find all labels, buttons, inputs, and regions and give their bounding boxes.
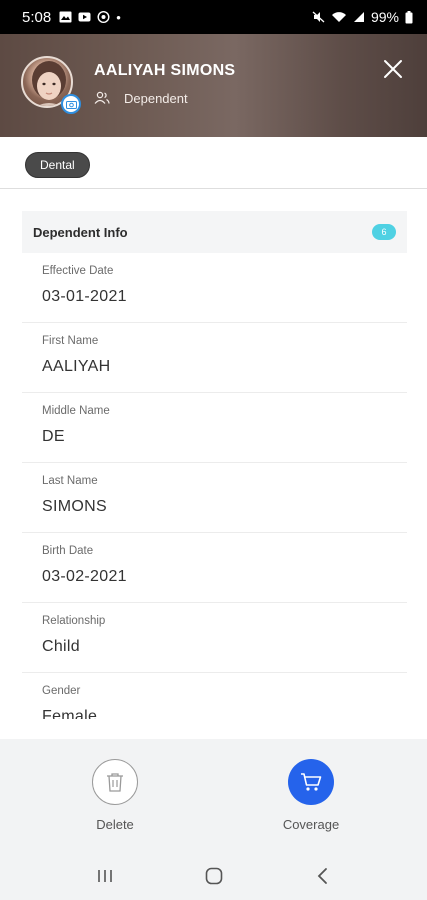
trash-icon <box>107 773 123 792</box>
recent-apps-button[interactable] <box>85 861 125 891</box>
app-notification-icon <box>97 11 110 23</box>
image-notification-icon <box>59 11 72 23</box>
close-icon <box>384 60 402 78</box>
status-bar: 5:08 • 99% <box>0 0 427 34</box>
back-button[interactable] <box>303 861 343 891</box>
field-value: 03-02-2021 <box>42 568 127 585</box>
home-icon <box>205 867 222 884</box>
system-status: 99% <box>312 9 413 25</box>
field-label: Relationship <box>42 615 106 627</box>
field-gender: Gender Female <box>22 673 407 719</box>
delete-button[interactable]: Delete <box>75 759 155 832</box>
member-role: Dependent <box>124 91 188 106</box>
action-bar: Delete Coverage <box>0 739 427 851</box>
coverage-circle[interactable] <box>288 759 334 805</box>
section-title: Dependent Info <box>33 224 128 240</box>
wifi-icon <box>331 12 346 22</box>
field-last-name: Last Name SIMONS <box>22 463 407 533</box>
field-value: DE <box>42 428 65 445</box>
battery-percent: 99% <box>370 9 399 25</box>
dental-chip[interactable]: Dental <box>25 152 90 178</box>
delete-circle[interactable] <box>92 759 138 805</box>
status-time: 5:08 <box>22 8 52 26</box>
dependent-fields[interactable]: Effective Date 03-01-2021 First Name AAL… <box>22 253 407 719</box>
plan-tags-row: Dental <box>0 137 427 189</box>
field-label: Gender <box>42 685 81 697</box>
dependent-info-header[interactable]: Dependent Info 6 <box>22 211 407 253</box>
field-label: First Name <box>42 335 99 347</box>
field-middle-name: Middle Name DE <box>22 393 407 463</box>
signal-icon <box>353 12 364 22</box>
more-notifications-dot: • <box>116 9 121 25</box>
field-label: Middle Name <box>42 405 110 417</box>
system-nav-bar <box>0 851 427 900</box>
member-name: AALIYAH SIMONS <box>94 62 236 79</box>
field-birth-date: Birth Date 03-02-2021 <box>22 533 407 603</box>
field-value: SIMONS <box>42 498 107 515</box>
field-value: AALIYAH <box>42 358 111 375</box>
delete-label: Delete <box>96 817 134 832</box>
mute-icon <box>312 11 325 23</box>
back-icon <box>317 867 327 884</box>
field-first-name: First Name AALIYAH <box>22 323 407 393</box>
close-button[interactable] <box>380 56 406 82</box>
field-value: 03-01-2021 <box>42 288 127 305</box>
profile-header: AALIYAH SIMONS Dependent <box>0 34 427 137</box>
field-label: Last Name <box>42 475 98 487</box>
recent-apps-icon <box>97 869 112 882</box>
coverage-button[interactable]: Coverage <box>271 759 351 832</box>
field-value: Female <box>42 708 98 719</box>
coverage-label: Coverage <box>282 817 340 832</box>
people-icon <box>94 91 110 104</box>
home-button[interactable] <box>194 861 234 891</box>
field-relationship: Relationship Child <box>22 603 407 673</box>
battery-icon <box>405 10 413 23</box>
camera-icon[interactable] <box>61 94 81 114</box>
field-effective-date: Effective Date 03-01-2021 <box>22 253 407 323</box>
field-value: Child <box>42 638 80 655</box>
youtube-notification-icon <box>78 12 91 22</box>
field-label: Birth Date <box>42 545 94 557</box>
field-label: Effective Date <box>42 265 114 277</box>
cart-icon <box>301 773 322 791</box>
section-count-badge: 6 <box>372 224 396 240</box>
notification-icons: • <box>59 10 121 25</box>
